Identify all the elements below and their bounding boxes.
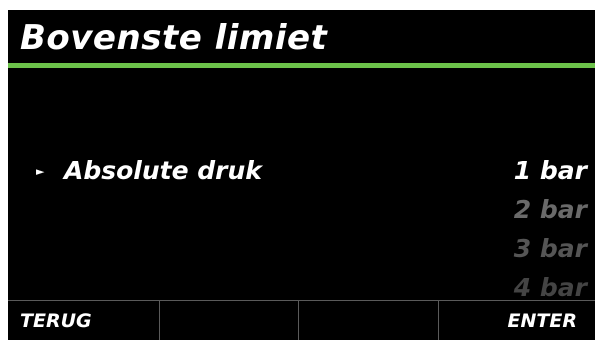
softkey-3[interactable]: [298, 301, 438, 340]
back-softkey[interactable]: TERUG: [8, 301, 159, 340]
option-2-bar[interactable]: 2 bar: [514, 195, 587, 225]
device-screen: Bovenste limiet ► Absolute druk 1 bar 2 …: [8, 10, 595, 340]
page-title: Bovenste limiet: [20, 18, 328, 58]
triangle-right-icon: ►: [36, 165, 45, 178]
option-3-bar[interactable]: 3 bar: [514, 234, 587, 264]
title-divider: [8, 63, 595, 68]
option-4-bar[interactable]: 4 bar: [514, 273, 587, 303]
setting-label[interactable]: Absolute druk: [64, 156, 262, 186]
softkey-2[interactable]: [158, 301, 299, 340]
option-1-bar[interactable]: 1 bar: [514, 156, 587, 186]
enter-softkey[interactable]: ENTER: [437, 301, 596, 340]
softkey-bar: TERUG ENTER: [8, 300, 595, 340]
